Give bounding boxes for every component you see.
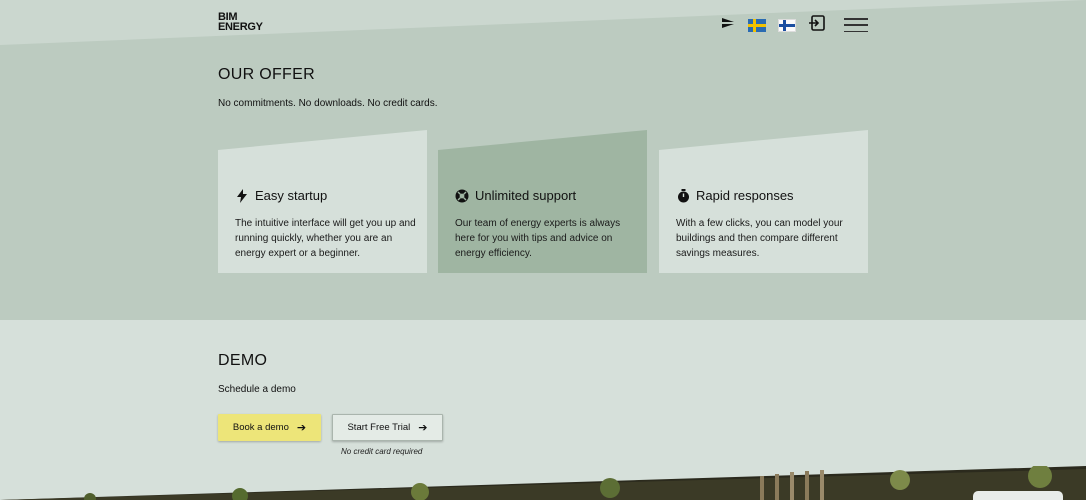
card-title: Rapid responses: [696, 188, 794, 203]
header-nav: [720, 14, 880, 37]
bolt-icon: [235, 188, 249, 203]
offer-card-rapid-responses: Rapid responses With a few clicks, you c…: [659, 130, 868, 273]
start-free-trial-label: Start Free Trial: [347, 422, 411, 433]
logo-line-2: ENERGY: [218, 21, 263, 33]
offer-card-easy-startup: Easy startup The intuitive interface wil…: [218, 130, 427, 273]
brand-logo[interactable]: BIM ENERGY: [218, 12, 263, 33]
demo-subtitle: Schedule a demo: [218, 384, 296, 395]
card-title: Unlimited support: [475, 188, 577, 203]
offer-card-unlimited-support: Unlimited support Our team of energy exp…: [438, 130, 647, 273]
hamburger-menu-icon[interactable]: [844, 18, 868, 32]
start-free-trial-button[interactable]: Start Free Trial ➔: [332, 414, 443, 441]
offer-subtitle: No commitments. No downloads. No credit …: [218, 98, 438, 109]
book-demo-button[interactable]: Book a demo ➔: [218, 414, 321, 441]
photo-foliage-image: [0, 466, 1086, 500]
chat-widget-tab[interactable]: [973, 491, 1063, 500]
login-icon[interactable]: [808, 14, 826, 37]
offer-title: OUR OFFER: [218, 66, 315, 83]
card-description: Our team of energy experts is always her…: [455, 218, 621, 259]
card-heading: Easy startup: [235, 188, 327, 203]
card-description: With a few clicks, you can model your bu…: [676, 218, 843, 259]
finland-flag-icon[interactable]: [778, 18, 796, 32]
demo-title: DEMO: [218, 352, 268, 369]
card-heading: Rapid responses: [676, 188, 794, 203]
background-diagonal: [0, 0, 1086, 45]
no-credit-card-note: No credit card required: [341, 447, 423, 456]
sweden-flag-icon[interactable]: [748, 18, 766, 32]
arrow-right-icon: ➔: [296, 422, 307, 434]
arrow-right-icon: ➔: [418, 422, 428, 434]
book-demo-label: Book a demo: [232, 422, 289, 433]
lifebuoy-icon: [455, 189, 469, 203]
hero-photo-strip: [0, 466, 1086, 500]
stopwatch-icon: [676, 188, 690, 203]
card-heading: Unlimited support: [455, 188, 576, 203]
lightning-logo-icon[interactable]: [720, 16, 736, 35]
card-title: Easy startup: [255, 188, 328, 203]
card-description: The intuitive interface will get you up …: [235, 218, 416, 259]
